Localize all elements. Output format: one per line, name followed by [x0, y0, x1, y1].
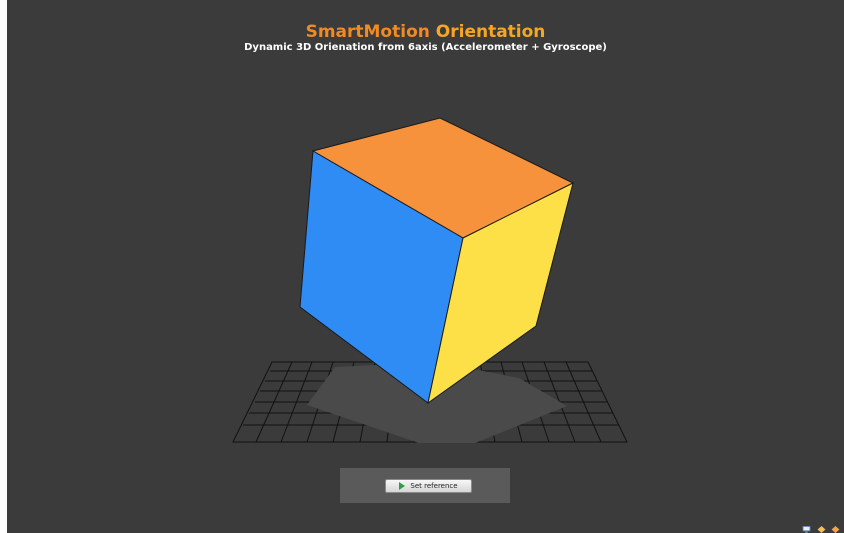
monitor-icon[interactable] [802, 526, 811, 533]
tray-icons [784, 523, 844, 533]
orientation-scene [232, 117, 628, 443]
set-reference-label: Set reference [410, 482, 458, 490]
3d-viewport: SmartMotion Orientation Dynamic 3D Orien… [7, 0, 844, 533]
diamond-icon[interactable] [831, 526, 840, 533]
diamond-icon[interactable] [817, 526, 826, 533]
play-icon [399, 482, 406, 490]
set-reference-button[interactable]: Set reference [385, 479, 472, 493]
control-panel: Set reference [340, 468, 510, 503]
